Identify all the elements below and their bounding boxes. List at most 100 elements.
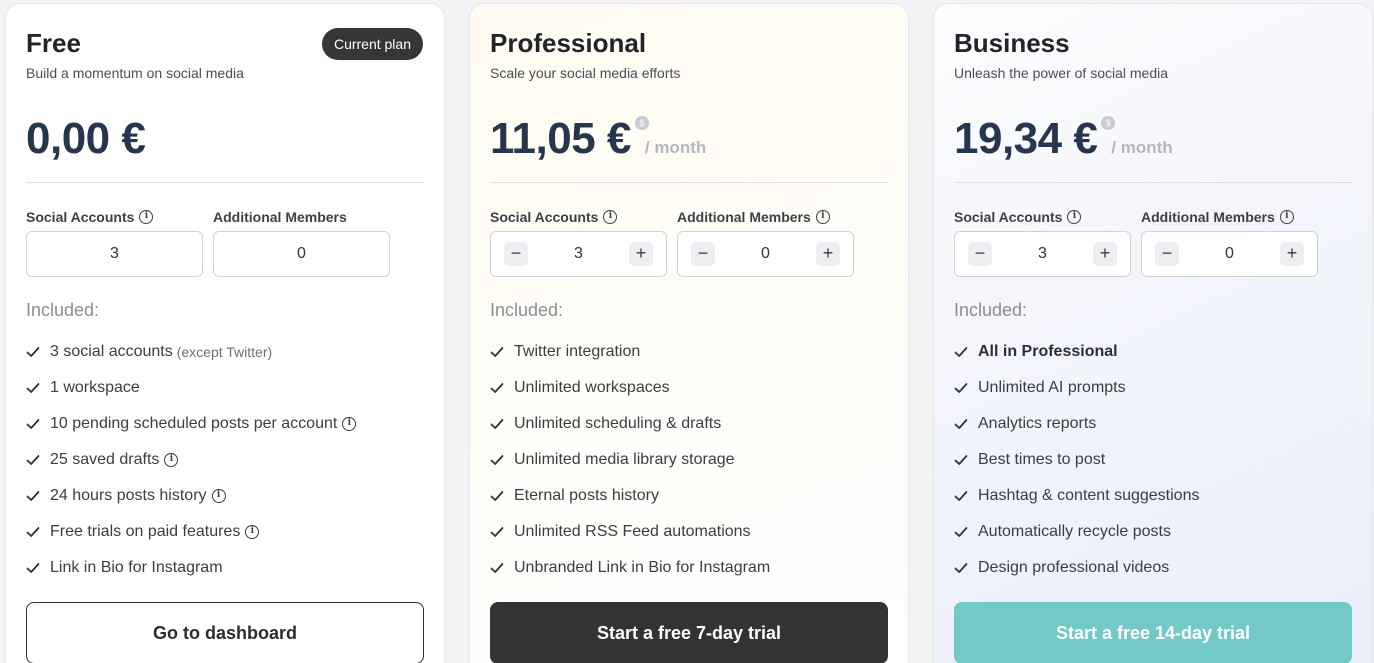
check-icon bbox=[490, 419, 504, 429]
check-icon bbox=[954, 455, 968, 465]
social-accounts-value[interactable]: 3 bbox=[1005, 245, 1080, 263]
feature-text: Eternal posts history bbox=[514, 487, 659, 504]
plan-name: Business bbox=[954, 28, 1070, 58]
social-accounts-value[interactable]: 3 bbox=[541, 245, 616, 263]
info-icon[interactable]: i bbox=[245, 525, 260, 539]
info-icon[interactable]: i bbox=[211, 489, 226, 503]
social-accounts-label: Social Accounts i bbox=[954, 209, 1082, 225]
feature-item: Twitter integration bbox=[490, 334, 770, 370]
go-to-dashboard-button[interactable]: Go to dashboard bbox=[26, 602, 424, 663]
feature-text: Automatically recycle posts bbox=[978, 523, 1171, 540]
check-icon bbox=[490, 383, 504, 393]
feature-item: Analytics reports bbox=[954, 406, 1199, 442]
feature-item: Best times to post bbox=[954, 442, 1199, 478]
social-accounts-field[interactable]: 3 bbox=[26, 231, 203, 277]
additional-members-label-text: Additional Members bbox=[213, 209, 347, 225]
feature-text: Link in Bio for Instagram bbox=[50, 559, 223, 576]
feature-item: Automatically recycle posts bbox=[954, 514, 1199, 550]
increment-button[interactable]: + bbox=[629, 242, 653, 266]
increment-button[interactable]: + bbox=[816, 242, 840, 266]
included-title: Included: bbox=[490, 300, 564, 320]
plan-card-free: Free Current plan Build a momentum on so… bbox=[6, 4, 444, 663]
additional-members-field[interactable]: 0 bbox=[213, 231, 390, 277]
info-icon[interactable]: i bbox=[815, 210, 830, 224]
additional-members-value: 0 bbox=[297, 245, 306, 262]
decrement-button[interactable]: − bbox=[1155, 242, 1179, 266]
price-row: 11,05 € $ / month bbox=[490, 114, 706, 164]
feature-list: All in Professional Unlimited AI prompts A… bbox=[954, 334, 1199, 586]
social-accounts-label: Social Accounts i bbox=[26, 209, 154, 225]
social-accounts-label: Social Accounts i bbox=[490, 209, 618, 225]
decrement-button[interactable]: − bbox=[968, 242, 992, 266]
plan-price: 11,05 € bbox=[490, 114, 631, 163]
plan-price: 0,00 € bbox=[26, 114, 146, 163]
check-icon bbox=[954, 347, 968, 357]
price-row: 19,34 € $ / month bbox=[954, 114, 1173, 164]
feature-item: Design professional videos bbox=[954, 550, 1199, 586]
check-icon bbox=[954, 419, 968, 429]
increment-button[interactable]: + bbox=[1093, 242, 1117, 266]
info-icon[interactable]: i bbox=[164, 453, 179, 467]
feature-text: 24 hours posts history bbox=[50, 487, 207, 504]
feature-text: Design professional videos bbox=[978, 559, 1170, 576]
check-icon bbox=[954, 383, 968, 393]
feature-text: Best times to post bbox=[978, 451, 1106, 468]
divider bbox=[26, 182, 424, 183]
feature-item: Hashtag & content suggestions bbox=[954, 478, 1199, 514]
check-icon bbox=[490, 455, 504, 465]
social-accounts-label-text: Social Accounts bbox=[490, 209, 599, 225]
check-icon bbox=[954, 491, 968, 501]
feature-item: 25 saved drafts i bbox=[26, 442, 356, 478]
feature-item: Unlimited scheduling & drafts bbox=[490, 406, 770, 442]
feature-text: 3 social accounts bbox=[50, 343, 173, 360]
feature-item: 24 hours posts history i bbox=[26, 478, 356, 514]
plan-card-business: Business Unleash the power of social med… bbox=[934, 4, 1372, 663]
feature-item: 1 workspace bbox=[26, 370, 356, 406]
check-icon bbox=[490, 563, 504, 573]
info-icon[interactable]: i bbox=[342, 417, 357, 431]
feature-text: Twitter integration bbox=[514, 343, 641, 360]
billing-period: / month bbox=[1111, 138, 1173, 157]
check-icon bbox=[26, 347, 40, 357]
check-icon bbox=[26, 527, 40, 537]
feature-item: 3 social accounts (except Twitter) bbox=[26, 334, 356, 370]
feature-text: Unlimited workspaces bbox=[514, 379, 670, 396]
check-icon bbox=[490, 527, 504, 537]
check-icon bbox=[26, 455, 40, 465]
info-icon[interactable]: i bbox=[603, 210, 618, 224]
decrement-button[interactable]: − bbox=[504, 242, 528, 266]
start-14-day-trial-button[interactable]: Start a free 14-day trial bbox=[954, 602, 1352, 663]
additional-members-value[interactable]: 0 bbox=[728, 245, 803, 263]
divider bbox=[490, 182, 888, 183]
info-icon[interactable]: i bbox=[1279, 210, 1294, 224]
feature-item: Free trials on paid features i bbox=[26, 514, 356, 550]
feature-note: (except Twitter) bbox=[176, 344, 273, 360]
billing-period: / month bbox=[644, 138, 707, 157]
check-icon bbox=[26, 383, 40, 393]
price-row: 0,00 € bbox=[26, 114, 146, 164]
decrement-button[interactable]: − bbox=[691, 242, 715, 266]
feature-text: 1 workspace bbox=[50, 379, 140, 396]
currency-switch-icon[interactable]: $ bbox=[1101, 116, 1116, 130]
feature-text: Unlimited scheduling & drafts bbox=[514, 415, 722, 432]
check-icon bbox=[26, 491, 40, 501]
current-plan-badge: Current plan bbox=[321, 28, 423, 60]
additional-members-value[interactable]: 0 bbox=[1192, 245, 1267, 263]
feature-item: Link in Bio for Instagram bbox=[26, 550, 356, 586]
increment-button[interactable]: + bbox=[1280, 242, 1304, 266]
start-7-day-trial-button[interactable]: Start a free 7-day trial bbox=[490, 602, 888, 663]
social-accounts-label-text: Social Accounts bbox=[26, 209, 135, 225]
currency-switch-icon[interactable]: $ bbox=[634, 116, 649, 130]
info-icon[interactable]: i bbox=[139, 210, 154, 224]
feature-text: Hashtag & content suggestions bbox=[978, 487, 1200, 504]
feature-text: Unbranded Link in Bio for Instagram bbox=[514, 559, 771, 576]
feature-item: Unlimited AI prompts bbox=[954, 370, 1199, 406]
info-icon[interactable]: i bbox=[1067, 210, 1082, 224]
plan-name: Free bbox=[26, 28, 81, 58]
feature-text: 25 saved drafts bbox=[50, 451, 160, 468]
feature-text: Unlimited RSS Feed automations bbox=[514, 523, 751, 540]
feature-text: Unlimited media library storage bbox=[514, 451, 735, 468]
plan-card-professional: Professional Scale your social media eff… bbox=[470, 4, 908, 663]
social-accounts-stepper: − 3 + bbox=[490, 231, 667, 277]
included-title: Included: bbox=[26, 300, 100, 320]
